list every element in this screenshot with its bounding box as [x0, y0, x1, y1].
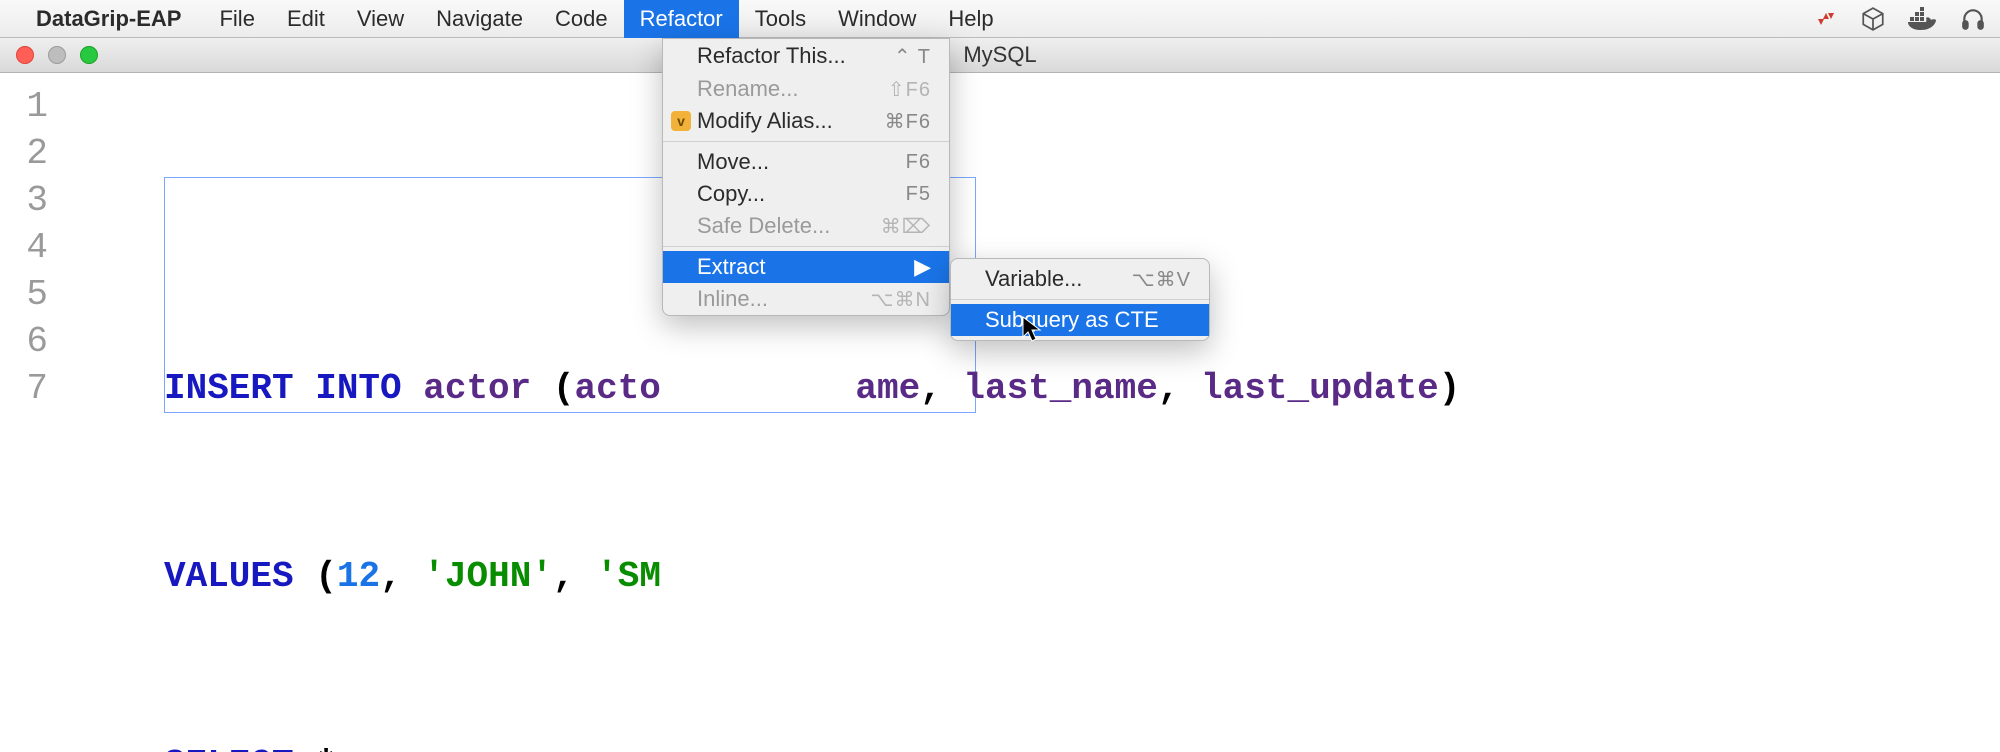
traffic-lights — [0, 46, 98, 64]
menu-move[interactable]: Move... F6 — [663, 146, 949, 178]
menu-navigate[interactable]: Navigate — [420, 0, 539, 38]
menu-extract-variable[interactable]: Variable... ⌥⌘V — [951, 263, 1209, 295]
menu-edit[interactable]: Edit — [271, 0, 341, 38]
menu-refactor-this[interactable]: Refactor This... ⌃ T — [663, 39, 949, 73]
line-number: 2 — [0, 130, 48, 177]
menu-refactor[interactable]: Refactor — [624, 0, 739, 38]
mac-menubar: DataGrip-EAP File Edit View Navigate Cod… — [0, 0, 2000, 38]
cube-icon[interactable] — [1860, 6, 1886, 32]
menu-help[interactable]: Help — [932, 0, 1009, 38]
menu-rename: Rename... ⇧F6 — [663, 73, 949, 105]
refactor-menu-panel: Refactor This... ⌃ T Rename... ⇧F6 v Mod… — [662, 38, 950, 316]
menu-window[interactable]: Window — [822, 0, 932, 38]
menu-code[interactable]: Code — [539, 0, 624, 38]
code-line: INSERT INTO actor (acto ame, last_name, … — [70, 365, 2000, 412]
window-title: MySQL — [963, 42, 1036, 68]
line-number: 7 — [0, 365, 48, 412]
zoom-window-button[interactable] — [80, 46, 98, 64]
docker-icon[interactable] — [1908, 7, 1938, 31]
menu-extract[interactable]: Extract ▶ — [663, 251, 949, 283]
code-line: VALUES (12, 'JOHN', 'SM — [70, 553, 2000, 600]
code-editor[interactable]: 1 2 3 4 5 6 7 INSERT INTO actor (acto am… — [0, 73, 2000, 752]
view-icon: v — [671, 111, 691, 131]
submenu-arrow-icon: ▶ — [914, 254, 931, 280]
menu-inline: Inline... ⌥⌘N — [663, 283, 949, 315]
minimize-window-button[interactable] — [48, 46, 66, 64]
code-line: SELECT * — [70, 741, 2000, 752]
menu-extract-subquery-cte[interactable]: Subquery as CTE — [951, 304, 1209, 336]
menu-separator — [663, 141, 949, 142]
line-number: 6 — [0, 318, 48, 365]
line-number: 3 — [0, 177, 48, 224]
line-number-gutter: 1 2 3 4 5 6 7 — [0, 73, 70, 752]
menu-separator — [951, 299, 1209, 300]
menu-tools[interactable]: Tools — [739, 0, 822, 38]
line-number: 5 — [0, 271, 48, 318]
menu-safe-delete: Safe Delete... ⌘⌦ — [663, 210, 949, 242]
window-titlebar: MySQL — [0, 38, 2000, 73]
menu-copy[interactable]: Copy... F5 — [663, 178, 949, 210]
menubar-status-icons — [1814, 6, 1986, 32]
code-content[interactable]: INSERT INTO actor (acto ame, last_name, … — [70, 73, 2000, 752]
menu-file[interactable]: File — [203, 0, 270, 38]
line-number: 1 — [0, 83, 48, 130]
slack-icon[interactable] — [1814, 7, 1838, 31]
menu-modify-alias[interactable]: v Modify Alias... ⌘F6 — [663, 105, 949, 137]
app-name[interactable]: DataGrip-EAP — [36, 6, 181, 32]
line-number: 4 — [0, 224, 48, 271]
menu-separator — [663, 246, 949, 247]
close-window-button[interactable] — [16, 46, 34, 64]
extract-submenu-panel: Variable... ⌥⌘V Subquery as CTE — [950, 258, 1210, 341]
menu-view[interactable]: View — [341, 0, 420, 38]
headphones-icon[interactable] — [1960, 6, 1986, 32]
